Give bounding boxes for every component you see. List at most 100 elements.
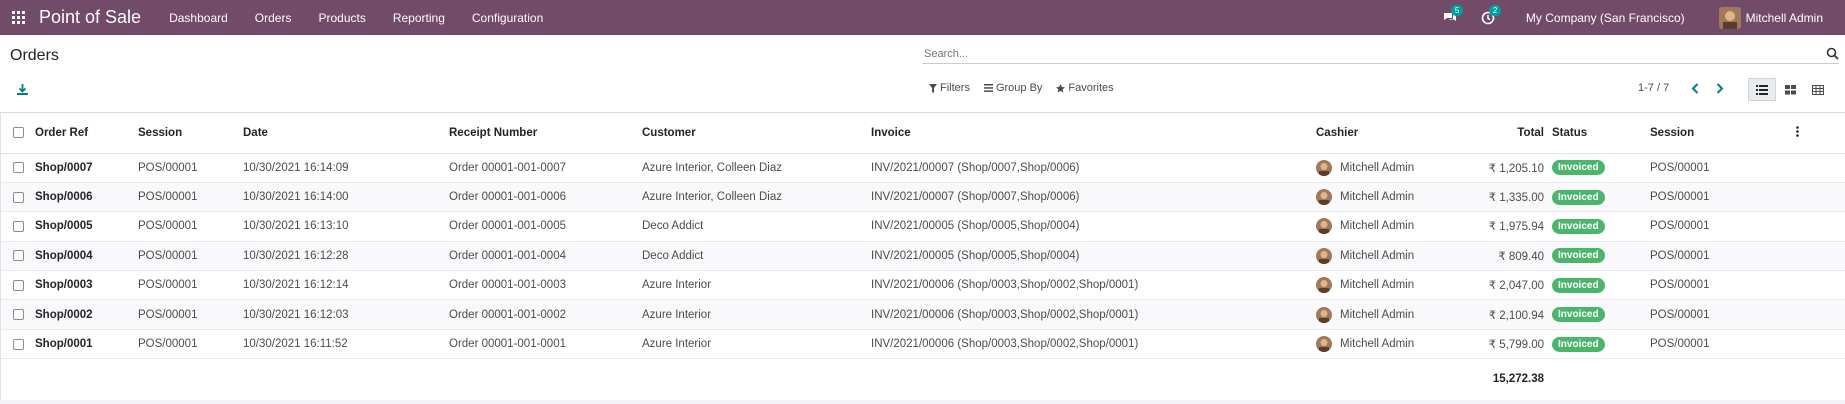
row-checkbox[interactable] (12, 220, 24, 232)
cell-session: POS/00001 (138, 299, 243, 330)
cell-cashier: Mitchell Admin (1316, 270, 1461, 301)
cell-cashier: Mitchell Admin (1316, 329, 1461, 360)
table-row[interactable]: Shop/0002 POS/00001 10/30/2021 16:12:03 Ord… (1, 299, 1845, 330)
menu-reporting[interactable]: Reporting (393, 11, 445, 25)
cashier-avatar (1316, 218, 1332, 235)
table-row[interactable]: Shop/0003 POS/00001 10/30/2021 16:12:14 Ord… (1, 270, 1845, 301)
menu-products[interactable]: Products (318, 11, 365, 25)
orders-table: Order Ref Session Date Receipt Number Cu… (1, 113, 1845, 399)
row-checkbox[interactable] (12, 279, 24, 291)
col-total[interactable]: Total (1461, 113, 1552, 154)
cell-invoice: INV/2021/00007 (Shop/0007,Shop/0006) (871, 153, 1316, 183)
cell-receipt: Order 00001-001-0004 (449, 241, 642, 272)
row-checkbox[interactable] (12, 309, 24, 321)
cell-customer: Azure Interior (642, 270, 871, 301)
status-badge: Invoiced (1552, 336, 1605, 352)
filters-dropdown[interactable]: Filters (929, 82, 970, 94)
pivot-view-button[interactable] (1804, 78, 1832, 101)
cell-customer: Azure Interior, Colleen Diaz (642, 182, 871, 213)
cell-session: POS/00001 (138, 153, 243, 183)
col-order-ref[interactable]: Order Ref (35, 113, 138, 154)
col-invoice[interactable]: Invoice (871, 113, 1316, 154)
favorites-dropdown[interactable]: Favorites (1056, 82, 1114, 94)
col-session[interactable]: Session (138, 113, 243, 154)
cell-session-2: POS/00001 (1650, 182, 1748, 213)
col-receipt-number[interactable]: Receipt Number (449, 113, 642, 154)
cell-cashier: Mitchell Admin (1316, 182, 1461, 213)
top-navbar: Point of Sale Dashboard Orders Products … (0, 0, 1845, 35)
groupby-dropdown[interactable]: Group By (983, 82, 1043, 94)
cashier-avatar (1316, 277, 1332, 294)
table-row[interactable]: Shop/0005 POS/00001 10/30/2021 16:13:10 Ord… (1, 211, 1845, 242)
cell-total: ₹ 1,975.94 (1461, 211, 1552, 242)
cell-session-2: POS/00001 (1650, 299, 1748, 330)
cell-customer: Azure Interior (642, 329, 871, 360)
cell-session: POS/00001 (138, 270, 243, 301)
col-session-2[interactable]: Session (1650, 113, 1748, 154)
menu-orders[interactable]: Orders (255, 11, 292, 25)
pager-previous-button[interactable] (1688, 81, 1702, 95)
cell-order-ref: Shop/0002 (35, 299, 138, 330)
cell-order-ref: Shop/0007 (35, 153, 138, 183)
cell-session: POS/00001 (138, 241, 243, 272)
row-checkbox[interactable] (12, 191, 24, 203)
status-badge: Invoiced (1552, 277, 1605, 293)
cell-session-2: POS/00001 (1650, 329, 1748, 360)
cell-customer: Azure Interior, Colleen Diaz (642, 153, 871, 183)
cashier-avatar (1316, 336, 1332, 353)
activities-count-badge: 2 (1488, 5, 1502, 16)
messages-button[interactable]: 5 (1436, 0, 1464, 35)
col-customer[interactable]: Customer (642, 113, 871, 154)
menu-configuration[interactable]: Configuration (472, 11, 543, 25)
search-input[interactable] (922, 44, 1812, 64)
col-date[interactable]: Date (243, 113, 449, 154)
cell-date: 10/30/2021 16:12:14 (243, 270, 449, 301)
cell-receipt: Order 00001-001-0003 (449, 270, 642, 301)
cashier-name: Mitchell Admin (1340, 308, 1415, 321)
table-row[interactable]: Shop/0004 POS/00001 10/30/2021 16:12:28 Ord… (1, 241, 1845, 272)
orders-list: Order Ref Session Date Receipt Number Cu… (0, 113, 1845, 400)
table-row[interactable]: Shop/0007 POS/00001 10/30/2021 16:14:09 Ord… (1, 153, 1845, 183)
kanban-view-icon (1784, 84, 1796, 94)
cell-date: 10/30/2021 16:14:09 (243, 153, 449, 183)
cell-date: 10/30/2021 16:14:00 (243, 182, 449, 213)
cell-session: POS/00001 (138, 211, 243, 242)
row-checkbox[interactable] (12, 338, 24, 350)
chevron-left-icon (1691, 82, 1699, 94)
col-status[interactable]: Status (1552, 113, 1650, 154)
apps-menu-icon[interactable] (0, 0, 36, 35)
cell-session-2: POS/00001 (1650, 241, 1748, 272)
cell-status: Invoiced (1552, 299, 1650, 330)
app-title[interactable]: Point of Sale (39, 7, 141, 28)
cashier-avatar (1316, 159, 1332, 176)
pager-value[interactable]: 1-7 / 7 (1638, 82, 1669, 94)
table-row[interactable]: Shop/0006 POS/00001 10/30/2021 16:14:00 Ord… (1, 182, 1845, 213)
cell-date: 10/30/2021 16:12:03 (243, 299, 449, 330)
optional-columns-toggle[interactable] (1748, 113, 1845, 154)
cell-session-2: POS/00001 (1650, 211, 1748, 242)
page-title: Orders (10, 47, 59, 64)
user-menu[interactable]: Mitchell Admin (1718, 6, 1823, 29)
cell-cashier: Mitchell Admin (1316, 211, 1461, 242)
table-row[interactable]: Shop/0001 POS/00001 10/30/2021 16:11:52 Ord… (1, 329, 1845, 360)
cell-cashier: Mitchell Admin (1316, 241, 1461, 272)
menu-dashboard[interactable]: Dashboard (169, 11, 228, 25)
groupby-label: Group By (995, 82, 1043, 94)
table-header-row: Order Ref Session Date Receipt Number Cu… (1, 113, 1845, 154)
export-button[interactable] (16, 83, 30, 97)
cell-invoice: INV/2021/00006 (Shop/0003,Shop/0002,Shop… (871, 270, 1316, 301)
search-icon[interactable] (1826, 47, 1839, 60)
pager-next-button[interactable] (1713, 81, 1727, 95)
activities-button[interactable]: 2 (1474, 0, 1502, 35)
select-all-checkbox[interactable] (12, 127, 24, 139)
row-checkbox[interactable] (12, 250, 24, 262)
col-cashier[interactable]: Cashier (1316, 113, 1461, 154)
cell-total: ₹ 809.40 (1461, 241, 1552, 272)
cell-date: 10/30/2021 16:12:28 (243, 241, 449, 272)
row-checkbox[interactable] (12, 162, 24, 174)
kanban-view-button[interactable] (1776, 78, 1804, 101)
company-switcher[interactable]: My Company (San Francisco) (1526, 11, 1685, 25)
list-view-button[interactable] (1748, 78, 1776, 101)
cell-invoice: INV/2021/00006 (Shop/0003,Shop/0002,Shop… (871, 299, 1316, 330)
cell-order-ref: Shop/0003 (35, 270, 138, 301)
